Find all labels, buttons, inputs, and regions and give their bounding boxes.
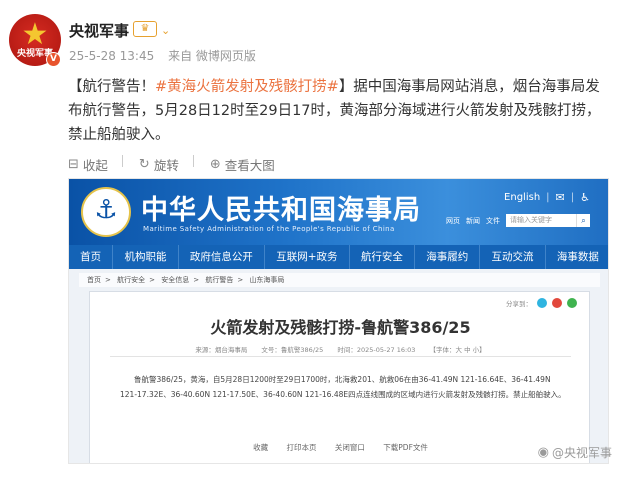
weibo-icon	[552, 298, 562, 308]
rotate-icon: ↻	[138, 157, 150, 172]
site-tools: English | ✉ | ♿	[504, 191, 590, 204]
breadcrumb-separator: >	[149, 276, 155, 284]
breadcrumb: 首页 > 航行安全 > 安全信息 > 航行警告 > 山东海事局	[79, 273, 600, 287]
breadcrumb-item: 山东海事局	[249, 276, 285, 284]
zoom-icon: ⊕	[209, 157, 221, 172]
footer-link: 下载PDF文件	[383, 443, 428, 452]
site-search-input: 请输入关键字	[506, 214, 576, 227]
search-tab: 文件	[486, 216, 500, 225]
nav-item: 海事数据	[556, 251, 599, 263]
article-footer: 收藏 打印本页 关闭窗口 下载PDF文件	[90, 442, 591, 453]
image-actions: ⊟ 收起 ↻ 旋转 ⊕ 查看大图	[68, 155, 295, 174]
rotate-button[interactable]: ↻ 旋转	[139, 155, 179, 174]
breadcrumb-separator: >	[105, 276, 111, 284]
share-bar: 分享到：	[506, 298, 577, 308]
mail-icon: ✉	[555, 191, 565, 204]
collapse-icon: ⊟	[68, 157, 79, 172]
separator: |	[546, 192, 550, 203]
verified-icon: V	[46, 52, 61, 67]
article-title: 火箭发射及残骸打捞-鲁航警386/25	[210, 318, 471, 337]
article-source: 来源：烟台海事局	[195, 346, 248, 354]
breadcrumb-separator: >	[193, 276, 200, 284]
share-icon	[537, 298, 547, 308]
breadcrumb-separator: >	[237, 276, 244, 284]
collapse-label: 收起	[82, 158, 108, 173]
breadcrumb-item: 航行安全	[117, 276, 146, 284]
english-link: English	[504, 192, 541, 203]
image-watermark: ◉ @央视军事	[538, 444, 612, 461]
search-area: 网页 新闻 文件 请输入关键字 ⌕	[446, 214, 590, 227]
search-tab: 新闻	[466, 216, 480, 225]
nav-item: 互动交流	[480, 245, 546, 269]
breadcrumb-item: 首页	[87, 276, 101, 284]
divider	[110, 356, 571, 357]
site-subtitle: Maritime Safety Administration of the Pe…	[143, 225, 395, 233]
watermark-text: @央视军事	[551, 446, 612, 460]
vip-badge-icon[interactable]: ♛	[133, 21, 157, 37]
nav-item: 政府信息公开	[179, 245, 266, 269]
accessibility-icon: ♿	[580, 191, 590, 204]
site-header: 中华人民共和国海事局 Maritime Safety Administratio…	[69, 179, 608, 245]
footer-link: 打印本页	[286, 443, 317, 452]
post-meta: 25-5-28 13:45 来自 微博网页版	[69, 47, 266, 64]
post-source: 来自 微博网页版	[168, 49, 256, 63]
footer-link: 关闭窗口	[334, 443, 365, 452]
post-image[interactable]: 中华人民共和国海事局 Maritime Safety Administratio…	[68, 178, 609, 464]
search-icon: ⌕	[576, 214, 590, 227]
topic-link[interactable]: #黄海火箭发射及残骸打捞#	[155, 79, 339, 95]
post-timestamp[interactable]: 25-5-28 13:45	[69, 49, 154, 63]
nav-item: 机构职能	[113, 245, 179, 269]
divider	[192, 155, 194, 167]
article-panel: 分享到： 火箭发射及残骸打捞-鲁航警386/25 来源：烟台海事局 文号：鲁航警…	[89, 291, 591, 463]
site-nav: 首页 机构职能 政府信息公开 互联网+政务 航行安全 海事履约 互动交流 海事数…	[69, 245, 608, 269]
nav-item: 互联网+政务	[265, 245, 350, 269]
nav-item: 海事履约	[415, 245, 481, 269]
article-body: 鲁航警386/25，黄海，自5月28日1200时至29日1700时，北海救201…	[120, 375, 566, 399]
breadcrumb-item: 安全信息	[161, 276, 190, 284]
nav-item: 航行安全	[350, 245, 416, 269]
post-text: 【航行警告！#黄海火箭发射及残骸打捞#】据中国海事局网站消息，烟台海事局发布航行…	[68, 75, 608, 147]
rotate-label: 旋转	[153, 158, 179, 173]
msa-emblem-icon	[81, 187, 131, 237]
collapse-button[interactable]: ⊟ 收起	[68, 155, 108, 174]
footer-link: 收藏	[253, 443, 269, 452]
view-large-label: 查看大图	[224, 158, 275, 173]
divider	[121, 155, 123, 167]
article-time: 时间：2025-05-27 16:03	[337, 346, 416, 354]
post-text-prefix: 【航行警告！	[68, 79, 155, 95]
search-tab: 网页	[446, 216, 460, 225]
article-doc-no: 文号：鲁航警386/25	[261, 346, 324, 354]
breadcrumb-item: 航行警告	[205, 276, 234, 284]
author-name[interactable]: 央视军事	[69, 20, 129, 41]
weibo-icon: ◉	[537, 445, 549, 460]
view-large-button[interactable]: ⊕ 查看大图	[210, 155, 275, 174]
article-meta: 来源：烟台海事局 文号：鲁航警386/25 时间：2025-05-27 16:0…	[90, 344, 591, 354]
chevron-down-icon[interactable]: ⌄	[161, 24, 170, 37]
separator: |	[570, 192, 575, 203]
site-title: 中华人民共和国海事局	[141, 195, 421, 226]
share-label: 分享到：	[506, 300, 532, 308]
article-font-size: 【字体：大 中 小】	[429, 346, 486, 354]
nav-item: 首页	[69, 245, 114, 269]
wechat-icon	[567, 298, 577, 308]
